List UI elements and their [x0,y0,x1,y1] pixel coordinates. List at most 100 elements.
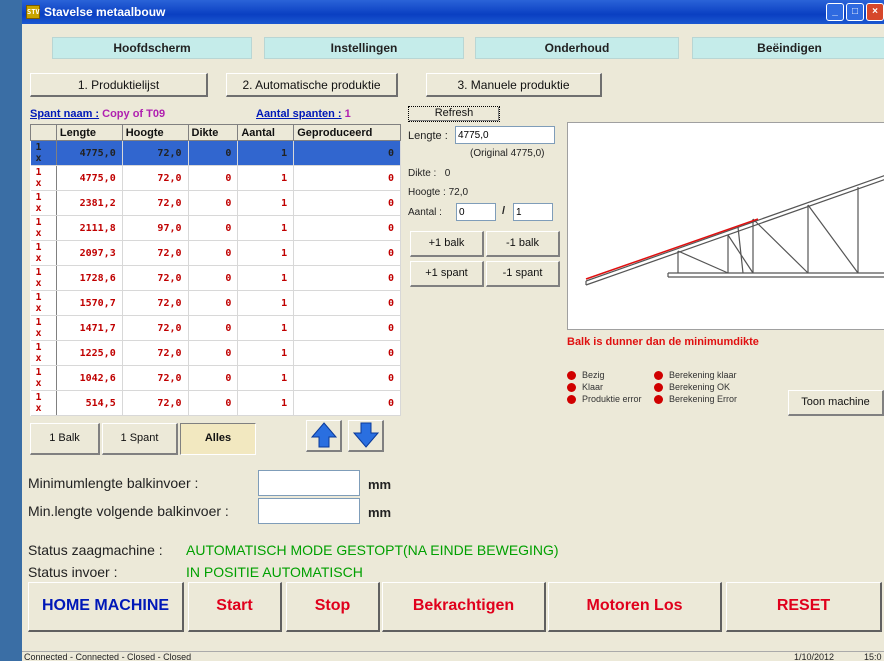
table-cell: 4775,0 [56,165,123,191]
table-row[interactable]: 1 x 1471,7 72,0 0 1 0 [30,315,401,341]
reset-button[interactable]: RESET [726,582,882,632]
table-cell: 4775,0 [56,140,123,166]
lengte-input[interactable] [455,126,555,144]
table-cell: 0 [293,390,401,416]
table-cell: 1 [237,240,295,266]
production-table: Lengte Hoogte Dikte Aantal Geproduceerd 1 x4… [30,124,401,416]
table-cell: 1 [237,365,295,391]
table-cell: 72,0 [122,140,189,166]
table-cell: 0 [188,365,239,391]
spant-count: Aantal spanten : 1 [256,108,351,120]
move-up-button[interactable] [306,420,342,452]
red-dot-icon [567,371,576,381]
table-row[interactable]: 1 x 2381,2 72,0 0 1 0 [30,190,401,216]
table-cell: 1 x [30,365,57,391]
table-cell: 2111,8 [56,215,123,241]
nav-hoofdscherm[interactable]: Hoofdscherm [52,37,252,59]
table-header[interactable]: Hoogte [121,124,189,141]
stop-button[interactable]: Stop [286,582,380,632]
truss-preview [567,122,884,330]
start-button[interactable]: Start [188,582,282,632]
table-cell: 1570,7 [56,290,123,316]
legend-berekening-ok: Berekening OK [654,382,730,393]
filter-1-spant-button[interactable]: 1 Spant [102,423,178,455]
filter-1-balk-button[interactable]: 1 Balk [30,423,100,455]
table-row[interactable]: 1 x 1042,6 72,0 0 1 0 [30,365,401,391]
motoren-los-button[interactable]: Motoren Los [548,582,722,632]
nav-beeindigen[interactable]: Beëindigen [692,37,884,59]
legend-berekening-error: Berekening Error [654,394,737,405]
table-row[interactable]: 1 x 4775,0 72,0 0 1 0 [30,140,401,166]
table-cell: 1042,6 [56,365,123,391]
table-row[interactable]: 1 x 2111,8 97,0 0 1 0 [30,215,401,241]
status-time: 15:0 [864,652,882,661]
table-cell: 1 x [30,190,57,216]
table-cell: 1 [237,340,295,366]
table-cell: 1 x [30,340,57,366]
legend-produktie-error: Produktie error [567,394,642,405]
window-title: Stavelse metaalbouw [44,5,166,19]
table-cell: 1 [237,265,295,291]
table-header[interactable]: Aantal [237,124,295,141]
table-cell: 0 [293,240,401,266]
table-row[interactable]: 1 x 1570,7 72,0 0 1 0 [30,290,401,316]
saw-status-value: AUTOMATISCH MODE GESTOPT(NA EINDE BEWEGI… [186,542,559,558]
remove-spant-button[interactable]: -1 spant [486,261,560,287]
close-icon[interactable]: × [866,3,884,21]
table-cell: 97,0 [122,215,189,241]
legend-bezig: Bezig [567,370,605,381]
table-cell: 1 x [30,240,57,266]
add-balk-button[interactable]: +1 balk [410,231,484,257]
table-cell: 1 x [30,215,57,241]
red-dot-icon [654,371,663,381]
red-dot-icon [567,383,576,393]
table-header[interactable]: Geproduceerd [293,124,401,141]
minimize-icon[interactable]: _ [826,3,844,21]
filter-alles-button[interactable]: Alles [180,423,256,455]
home-machine-button[interactable]: HOME MACHINE [28,582,184,632]
table-cell: 1728,6 [56,265,123,291]
aantal-total-input[interactable] [513,203,553,221]
table-cell: 1 [237,215,295,241]
nav-instellingen[interactable]: Instellingen [264,37,464,59]
aantal-separator: / [502,205,506,217]
table-cell: 2381,2 [56,190,123,216]
bekrachtigen-button[interactable]: Bekrachtigen [382,582,546,632]
table-row[interactable]: 1 x 1225,0 72,0 0 1 0 [30,340,401,366]
tab-produktielijst[interactable]: 1. Produktielijst [30,73,208,97]
nav-onderhoud[interactable]: Onderhoud [475,37,679,59]
table-header[interactable] [30,124,57,141]
next-length-label: Min.lengte volgende balkinvoer : [28,503,229,519]
truss-drawing [585,175,884,286]
table-header[interactable]: Lengte [55,124,123,141]
table-row[interactable]: 1 x 2097,3 72,0 0 1 0 [30,240,401,266]
refresh-button[interactable]: Refresh [408,106,500,122]
original-length: (Original 4775,0) [470,148,545,159]
connection-status: Connected - Connected - Closed - Closed [24,652,192,661]
tab-automatische-produktie[interactable]: 2. Automatische produktie [226,73,398,97]
remove-balk-button[interactable]: -1 balk [486,231,560,257]
table-row[interactable]: 1 x 514,5 72,0 0 1 0 [30,390,401,416]
table-cell: 0 [293,165,401,191]
maximize-icon[interactable]: □ [846,3,864,21]
table-cell: 0 [188,190,239,216]
table-cell: 0 [188,165,239,191]
table-header[interactable]: Dikte [187,124,239,141]
table-cell: 72,0 [122,315,189,341]
next-length-input[interactable] [258,498,360,524]
arrow-up-icon [310,422,337,448]
table-row[interactable]: 1 x 1728,6 72,0 0 1 0 [30,265,401,291]
table-row[interactable]: 1 x 4775,0 72,0 0 1 0 [30,165,401,191]
red-dot-icon [654,383,663,393]
move-down-button[interactable] [348,420,384,452]
aantal-input[interactable] [456,203,496,221]
next-length-unit: mm [368,505,392,520]
arrow-down-icon [352,422,379,448]
tab-manuele-produktie[interactable]: 3. Manuele produktie [426,73,602,97]
table-cell: 1 [237,315,295,341]
table-cell: 1471,7 [56,315,123,341]
add-spant-button[interactable]: +1 spant [410,261,484,287]
toon-machine-button[interactable]: Toon machine [788,390,884,416]
status-date: 1/10/2012 [794,652,835,661]
min-length-input[interactable] [258,470,360,496]
